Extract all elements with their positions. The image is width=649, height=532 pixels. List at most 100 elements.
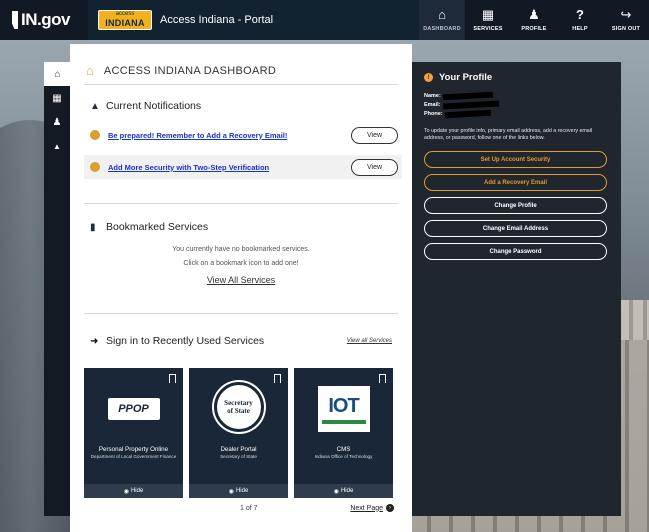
hide-button[interactable]: ◉ Hide xyxy=(84,484,183,498)
page-indicator: 1 of 7 xyxy=(240,504,258,512)
profile-title: Your Profile xyxy=(439,72,493,83)
bookmarks-empty-line1: You currently have no bookmarked service… xyxy=(172,246,310,253)
profile-description: To update your profile info, primary ema… xyxy=(424,128,593,141)
notification-item: Be prepared! Remember to Add a Recovery … xyxy=(84,123,402,147)
ingov-flag-icon xyxy=(12,11,18,29)
service-agency: Secretary of State xyxy=(220,454,257,459)
hide-label: Hide xyxy=(340,488,354,494)
hide-button[interactable]: ◉ Hide xyxy=(294,484,393,498)
notifications-title: Current Notifications xyxy=(106,100,202,112)
view-button[interactable]: View xyxy=(351,126,398,144)
sign-out-icon: ↪ xyxy=(620,7,632,22)
iot-logo-text: IOT xyxy=(328,394,359,417)
profile-email-label: Email: xyxy=(424,101,441,108)
ingov-logo-text: IN.gov xyxy=(21,10,70,29)
redacted-phone xyxy=(444,109,491,118)
service-card[interactable]: Secretary of State Dealer Portal Secreta… xyxy=(189,368,288,498)
service-card[interactable]: PPOP Personal Property Online Department… xyxy=(84,368,183,498)
bookmark-icon[interactable] xyxy=(274,374,281,386)
grid-icon: ▦ xyxy=(52,92,62,104)
top-nav: ⌂ DASHBOARD ▦ SERVICES ♟ PROFILE ? HELP … xyxy=(419,0,649,40)
profile-email-field: Email: xyxy=(424,100,609,109)
eye-icon: ◉ xyxy=(228,488,234,495)
divider xyxy=(84,203,398,204)
notifications-header: ▲ Current Notifications xyxy=(70,95,412,117)
rail-services[interactable]: ▦ xyxy=(44,86,70,110)
change-profile-button[interactable]: Change Profile xyxy=(424,197,607,215)
chevron-right-icon: › xyxy=(386,504,394,512)
notification-link[interactable]: Be prepared! Remember to Add a Recovery … xyxy=(108,131,351,140)
nav-sign-out-label: SIGN OUT xyxy=(611,26,641,32)
page-title: ACCESS INDIANA DASHBOARD xyxy=(103,64,277,77)
top-navbar: IN.gov access INDIANA Access Indiana - P… xyxy=(0,0,649,40)
divider xyxy=(84,84,398,85)
home-icon: ⌂ xyxy=(86,63,94,78)
nav-services[interactable]: ▦ SERVICES xyxy=(465,0,511,40)
bell-icon: ▲ xyxy=(90,100,100,112)
service-agency: Indiana Office of Technology xyxy=(314,454,373,459)
divider xyxy=(84,313,398,314)
dashboard-panel: ⌂ ACCESS INDIANA DASHBOARD ▲ Current Not… xyxy=(70,44,412,532)
eye-icon: ◉ xyxy=(333,488,339,495)
bookmark-icon: ▮ xyxy=(90,221,96,233)
home-icon: ⌂ xyxy=(438,7,446,22)
notification-dot-icon xyxy=(90,130,100,140)
seal-text: Secretary of State xyxy=(224,399,253,415)
bookmarks-header: ▮ Bookmarked Services xyxy=(70,216,412,238)
recent-services-cards: PPOP Personal Property Online Department… xyxy=(70,368,412,498)
service-name: CMS xyxy=(336,446,351,453)
nav-profile-label: PROFILE xyxy=(521,26,547,32)
ppop-logo-text: PPOP xyxy=(118,403,149,415)
grid-icon: ▦ xyxy=(481,7,495,22)
service-card[interactable]: IOT CMS Indiana Office of Technology ◉ H… xyxy=(294,368,393,498)
help-icon: ? xyxy=(576,7,584,22)
bookmarks-empty-line2: Click on a bookmark icon to add one! xyxy=(183,260,299,267)
set-up-account-security-button[interactable]: Set Up Account Security xyxy=(424,151,607,169)
change-email-address-button[interactable]: Change Email Address xyxy=(424,220,607,238)
rail-notifications[interactable]: ▲ xyxy=(44,134,70,158)
access-indiana-logo-big: INDIANA xyxy=(105,18,145,28)
left-rail: ⌂ ▦ ♟ ▲ xyxy=(44,62,71,516)
nav-sign-out[interactable]: ↪ SIGN OUT xyxy=(603,0,649,40)
bell-icon: ▲ xyxy=(53,141,61,151)
hide-button[interactable]: ◉ Hide xyxy=(189,484,288,498)
user-icon: ♟ xyxy=(52,116,62,128)
nav-services-label: SERVICES xyxy=(473,26,503,32)
service-agency: Department of Local Government Finance xyxy=(90,454,177,459)
view-all-services-link[interactable]: View all Services xyxy=(347,338,392,344)
nav-profile[interactable]: ♟ PROFILE xyxy=(511,0,557,40)
bookmark-icon[interactable] xyxy=(169,374,176,386)
profile-name-field: Name: xyxy=(424,91,609,100)
portal-header: access INDIANA Access Indiana - Portal xyxy=(88,0,419,40)
notification-link[interactable]: Add More Security with Two-Step Verifica… xyxy=(108,163,351,172)
pagination: 1 of 7 Next Page › xyxy=(70,504,412,512)
profile-name-label: Name: xyxy=(424,92,441,99)
bookmark-icon[interactable] xyxy=(379,374,386,386)
ppop-logo: PPOP xyxy=(107,398,160,420)
profile-phone-label: Phone: xyxy=(424,110,443,117)
view-all-services-link[interactable]: View All Services xyxy=(70,275,412,285)
next-page-link[interactable]: Next Page › xyxy=(350,504,394,512)
access-indiana-logo-small: access xyxy=(115,11,135,17)
home-icon: ⌂ xyxy=(54,68,61,80)
recent-services-title: Sign in to Recently Used Services xyxy=(106,335,265,347)
nav-help-label: HELP xyxy=(572,26,588,32)
nav-dashboard[interactable]: ⌂ DASHBOARD xyxy=(419,0,465,40)
dashboard-header: ⌂ ACCESS INDIANA DASHBOARD xyxy=(70,44,412,84)
service-name: Dealer Portal xyxy=(220,446,257,453)
change-password-button[interactable]: Change Password xyxy=(424,243,607,261)
hide-label: Hide xyxy=(235,488,249,494)
user-icon: ♟ xyxy=(528,7,540,22)
nav-help[interactable]: ? HELP xyxy=(557,0,603,40)
ingov-logo[interactable]: IN.gov xyxy=(0,0,88,40)
info-icon: ! xyxy=(424,73,433,82)
view-button[interactable]: View xyxy=(351,158,398,176)
iot-logo-stripe xyxy=(321,419,366,424)
rail-profile[interactable]: ♟ xyxy=(44,110,70,134)
redacted-name xyxy=(442,91,493,100)
add-recovery-email-button[interactable]: Add a Recovery Email xyxy=(424,174,607,192)
profile-header: ! Your Profile xyxy=(424,72,609,83)
access-indiana-logo[interactable]: access INDIANA xyxy=(98,10,152,30)
rail-home[interactable]: ⌂ xyxy=(44,62,71,86)
portal-title: Access Indiana - Portal xyxy=(160,14,274,26)
